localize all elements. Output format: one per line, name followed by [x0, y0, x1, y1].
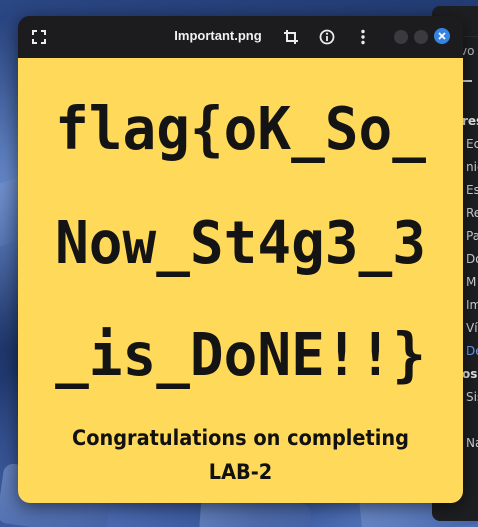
- sidebar-item[interactable]: Es: [466, 179, 478, 202]
- sidebar-section-label: res: [462, 114, 478, 128]
- sidebar-section-label: osi: [462, 367, 478, 381]
- sidebar-item-active[interactable]: De: [466, 340, 478, 363]
- close-button[interactable]: [434, 28, 450, 44]
- minus-icon[interactable]: [462, 80, 472, 82]
- congrats-text-line: LAB-2: [208, 460, 273, 484]
- window-title: Important.png: [174, 28, 262, 43]
- displayed-image: flag{oK_So_ Now_St4g3_3 _is_DoNE!!} Cong…: [18, 58, 463, 503]
- info-button[interactable]: [316, 26, 338, 48]
- main-menu-button[interactable]: [352, 26, 374, 48]
- vertical-dots-icon: [361, 29, 365, 45]
- minimize-button[interactable]: [394, 30, 408, 44]
- close-icon: [438, 32, 446, 40]
- sidebar-item[interactable]: Do: [466, 248, 478, 271]
- fullscreen-icon: [32, 30, 46, 44]
- flag-text-line: _is_DoNE!!}: [55, 321, 426, 390]
- sidebar-item[interactable]: Ví: [466, 317, 478, 340]
- maximize-button[interactable]: [414, 30, 428, 44]
- sidebar-item[interactable]: Sis: [466, 386, 478, 409]
- window-titlebar[interactable]: Important.png: [18, 16, 463, 58]
- sidebar-item[interactable]: Na: [466, 432, 478, 455]
- flag-text-line: Now_St4g3_3: [55, 209, 426, 278]
- sidebar-item[interactable]: Ec: [466, 133, 478, 156]
- congrats-text-line: Congratulations on completing: [72, 426, 409, 450]
- sidebar-item[interactable]: Pa: [466, 225, 478, 248]
- fullscreen-button[interactable]: [28, 26, 50, 48]
- sidebar-item[interactable]: nic: [466, 156, 478, 179]
- flag-text-line: flag{oK_So_: [55, 95, 426, 164]
- image-viewer-window: Important.png flag{oK_So_ Now_St4g3_3 _i…: [18, 16, 463, 503]
- crop-button[interactable]: [280, 26, 302, 48]
- sidebar-item[interactable]: Re: [466, 202, 478, 225]
- sidebar-item[interactable]: M: [466, 271, 478, 294]
- sidebar-item[interactable]: [466, 409, 478, 432]
- crop-icon: [284, 30, 298, 44]
- sidebar-item[interactable]: Im: [466, 294, 478, 317]
- background-app-sidebar-list: res Ec nic Es Re Pa Do M Im Ví De osi Si…: [462, 110, 478, 455]
- info-icon: [319, 29, 335, 45]
